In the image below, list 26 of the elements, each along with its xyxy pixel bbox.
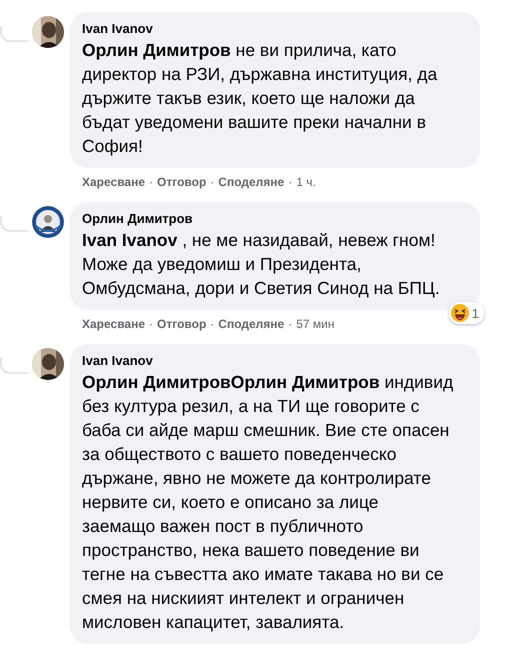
separator-dot: · (210, 317, 214, 331)
thread-connector (0, 26, 28, 42)
comment-action-link[interactable]: Споделяне (218, 175, 284, 189)
laughing-emoji-icon (450, 304, 469, 322)
comment-author[interactable]: Ivan Ivanov (82, 352, 456, 370)
comment-action-link[interactable]: Харесване (82, 175, 146, 189)
comment-text: Орлин ДимитровОрлин Димитров индивид без култура резил, а на ТИ ще говорите с баба си айде марш смешник. Вие сте опасен за обществото с вашето поведенческо държане, явно не можете да контролирате нервите си, което е описано за лице заемащо важен пост в публичното пространство, нека вашето поведение ви тегне на съвестта ако имате такава но ви се смея на нискиият интелект и ограничен мисловен капацитет, завалията. (82, 371, 454, 634)
reaction-count: 1 (472, 306, 479, 320)
thread-connector (0, 358, 28, 374)
comment-action-link[interactable]: Отговор (157, 175, 206, 189)
comment-author[interactable]: Ivan Ivanov (82, 20, 456, 38)
separator-dot: · (288, 175, 292, 189)
comment-action-link[interactable]: Отговор (157, 317, 206, 331)
comment-time[interactable]: 57 мин (296, 317, 334, 331)
comment-time[interactable]: 1 ч. (296, 175, 316, 189)
reaction-badge[interactable]: 1 (448, 302, 484, 324)
separator-dot: · (210, 175, 214, 189)
separator-dot: · (288, 317, 292, 331)
comment-text: Орлин Димитров не ви прилича, като директор на РЗИ, държавна институция, да държите такъв език, което ще наложи да бъдат уведомени вашите преки начални в София! (82, 39, 438, 158)
comment-author[interactable]: Орлин Димитров (82, 210, 456, 228)
thread-connector (0, 216, 28, 232)
comment-text: Ivan Ivanov , не ме назидавай, невеж гном! Може да уведомиш и Президента, Омбудсмана, дори и Светия Синод на БПЦ. (82, 229, 441, 300)
comment-action-link[interactable]: Харесване (82, 317, 146, 331)
separator-dot: · (149, 317, 154, 331)
separator-dot: · (149, 175, 154, 189)
comment-action-link[interactable]: Споделяне (218, 317, 284, 331)
